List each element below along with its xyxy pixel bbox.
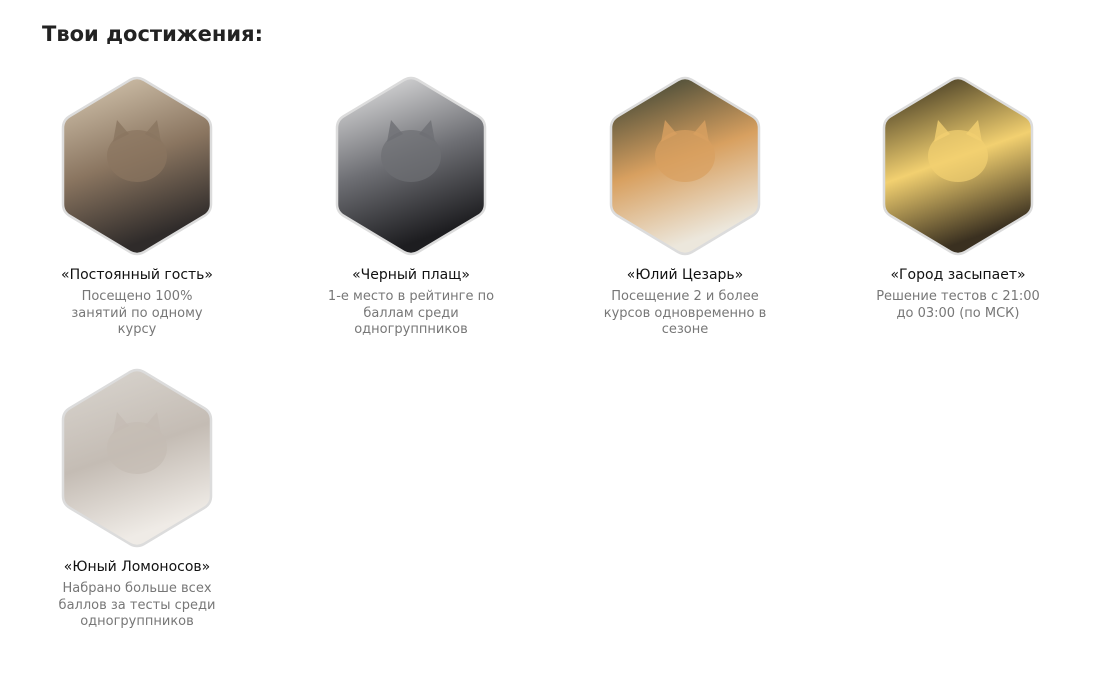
- achievement-card: «Постоянный гость» Посещено 100% занятий…: [32, 76, 242, 339]
- achievement-image: [882, 76, 1034, 256]
- achievement-card: «Юлий Цезарь» Посещение 2 и более курсов…: [580, 76, 790, 339]
- achievement-title: «Постоянный гость»: [61, 267, 213, 283]
- achievement-card: «Город засыпает» Решение тестов с 21:00 …: [853, 76, 1063, 322]
- achievement-description: 1-е место в рейтинге по баллам среди одн…: [327, 289, 495, 337]
- achievement-title: «Город засыпает»: [890, 267, 1026, 283]
- page-title: Твои достижения:: [42, 22, 264, 46]
- achievement-description: Набрано больше всех баллов за тесты сред…: [58, 581, 216, 629]
- achievement-description: Посещение 2 и более курсов одновременно …: [603, 289, 767, 337]
- achievement-title: «Юлий Цезарь»: [626, 267, 744, 283]
- achievement-image: [609, 76, 761, 256]
- achievement-image: [335, 76, 487, 256]
- achievement-title: «Черный плащ»: [352, 267, 470, 283]
- achievement-card: «Черный плащ» 1-е место в рейтинге по ба…: [306, 76, 516, 339]
- achievement-description: Решение тестов с 21:00 до 03:00 (по МСК): [876, 289, 1040, 321]
- achievement-image: [61, 368, 213, 548]
- achievement-image: [61, 76, 213, 256]
- achievement-card: «Юный Ломоносов» Набрано больше всех бал…: [32, 368, 242, 631]
- achievement-description: Посещено 100% занятий по одному курсу: [71, 289, 203, 337]
- achievement-title: «Юный Ломоносов»: [63, 559, 211, 575]
